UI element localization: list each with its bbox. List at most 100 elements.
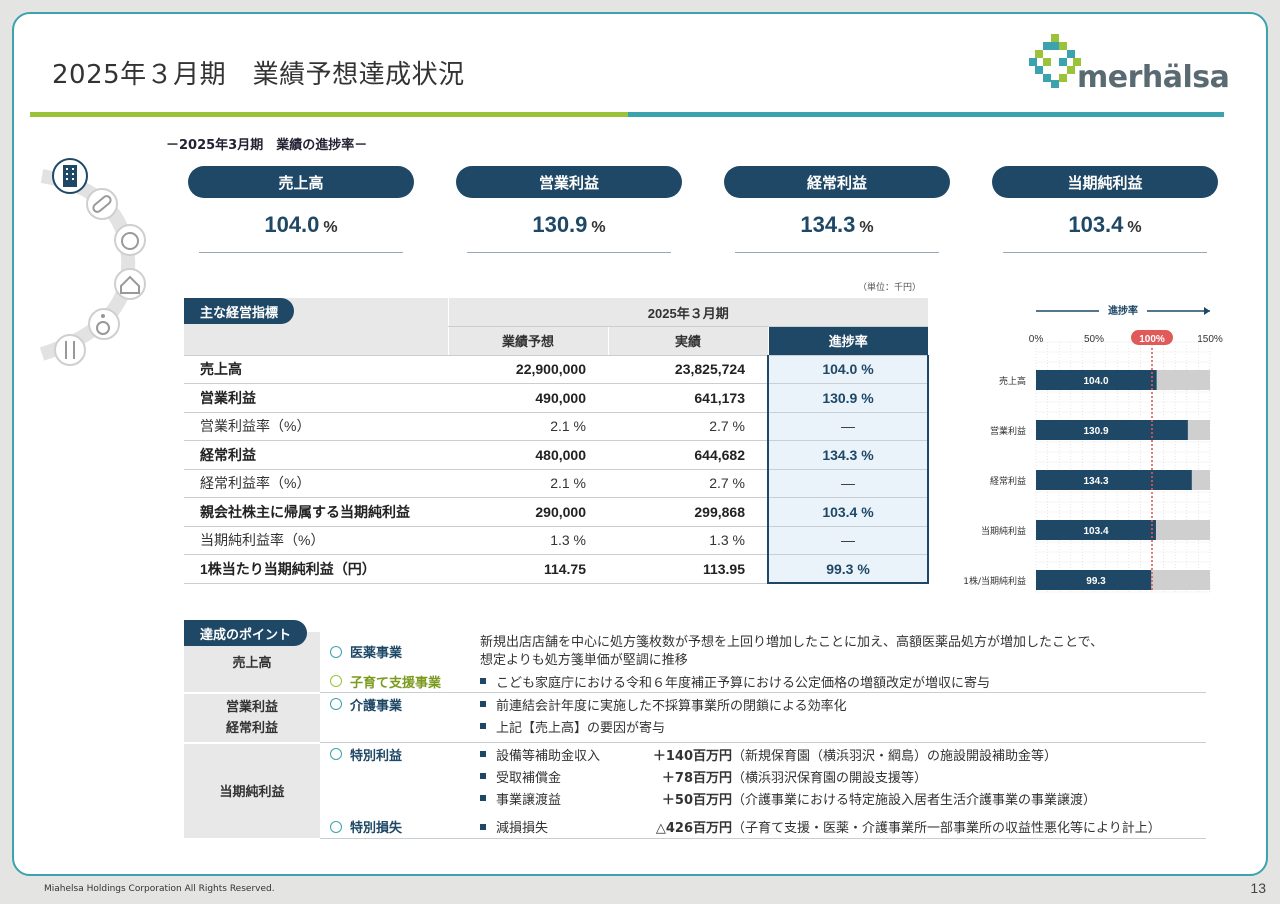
segment-description: 設備等補助金収入 ＋140百万円 （新規保育園（横浜羽沢・綱島）の施設開設補助金等）… bbox=[480, 743, 1206, 810]
progress-cell: ― bbox=[767, 469, 929, 498]
row-label: 営業利益率（%） bbox=[184, 412, 448, 441]
item-name: 受取補償金 bbox=[496, 770, 562, 786]
pill-icon bbox=[86, 188, 118, 220]
col-progress: 進捗率 bbox=[767, 326, 928, 356]
category-label: 当期純利益 bbox=[981, 525, 1026, 537]
col-forecast: 業績予想 bbox=[447, 326, 608, 356]
category-profit: 営業利益 経常利益 bbox=[184, 692, 320, 744]
bar-value-label: 103.4 bbox=[1083, 526, 1108, 537]
table-row: 親会社株主に帰属する当期純利益 290,000 299,868 103.4 % bbox=[184, 497, 929, 527]
indicators-tag: 主な経営指標 bbox=[184, 298, 295, 324]
logo-mark bbox=[1029, 34, 1081, 88]
wheelchair-icon bbox=[88, 308, 120, 340]
table-row: 営業利益 490,000 641,173 130.9 % bbox=[184, 383, 929, 413]
business-icons-arc bbox=[39, 158, 146, 366]
item-name: 減損損失 bbox=[496, 821, 549, 837]
item-name: 事業譲渡益 bbox=[496, 792, 562, 808]
segment-extraordinary-income: 特別利益 bbox=[320, 743, 480, 810]
item-note: （子育て支援・医薬・介護事業所一部事業所の収益性悪化等により計上） bbox=[732, 821, 1161, 837]
segment-description: 新規出店店舗を中心に処方箋枚数が予想を上回り増加したことに加え、高額医薬品処方が… bbox=[480, 632, 1206, 670]
points-row: 当期純利益 特別利益 設備等補助金収入 ＋140百万円 （新規保育園（横浜羽沢・綱島… bbox=[184, 742, 1206, 840]
actual-cell: 113.95 bbox=[608, 554, 768, 584]
progress-cell: 103.4 % bbox=[767, 497, 929, 527]
kpi-card-ordinary-profit: 経常利益 134.3% bbox=[724, 166, 950, 253]
bullet-icon bbox=[480, 701, 486, 707]
child-face-icon bbox=[114, 224, 146, 256]
bar-value-label: 99.3 bbox=[1086, 576, 1106, 587]
bar-value-label: 104.0 bbox=[1083, 376, 1108, 387]
kpi-unit: % bbox=[859, 219, 874, 236]
points-row: 売上高 医薬事業 新規出店店舗を中心に処方箋枚数が予想を上回り増加したことに加え… bbox=[184, 632, 1206, 694]
table-row: 経常利益率（%） 2.1 % 2.7 % ― bbox=[184, 469, 929, 498]
kpi-label: 当期純利益 bbox=[992, 166, 1218, 198]
progress-cell: 104.0 % bbox=[767, 355, 929, 384]
nursing-icon bbox=[330, 698, 342, 710]
table-row: 経常利益 480,000 644,682 134.3 % bbox=[184, 440, 929, 470]
logo-wordmark: merhälsa bbox=[1077, 60, 1230, 95]
bar bbox=[1036, 420, 1188, 440]
row-label: 売上高 bbox=[184, 355, 448, 384]
chart-arrow-head bbox=[1204, 307, 1210, 315]
segment-pharmacy: 医薬事業 bbox=[320, 632, 480, 670]
copyright-footer: Miahelsa Holdings Corporation All Rights… bbox=[44, 884, 275, 894]
segment-extraordinary-loss: 特別損失 bbox=[320, 809, 480, 839]
tick-label: 0% bbox=[1029, 334, 1044, 345]
item-note: （新規保育園（横浜羽沢・綱島）の施設開設補助金等） bbox=[732, 748, 1058, 764]
page-number: 13 bbox=[1250, 880, 1266, 896]
kpi-label: 経常利益 bbox=[724, 166, 950, 198]
forecast-cell: 2.1 % bbox=[448, 412, 608, 441]
kpi-value: 104.0 bbox=[264, 212, 320, 237]
forecast-cell: 290,000 bbox=[448, 497, 608, 527]
category-label: 経常利益 bbox=[990, 475, 1026, 487]
description-line: 上記【売上高】の要因が寄与 bbox=[496, 720, 666, 736]
kpi-card-operating-profit: 営業利益 130.9% bbox=[456, 166, 682, 253]
segment-childcare: 子育て支援事業 bbox=[320, 670, 480, 693]
indicators-table: 2025年３月期 業績予想 実績 進捗率 売上高 22,900,000 23,8… bbox=[184, 298, 929, 584]
description-line: 前連結会計年度に実施した不採算事業所の閉鎖による効率化 bbox=[496, 698, 847, 714]
segment-description: 減損損失 △426百万円 （子育て支援・医薬・介護事業所一部事業所の収益性悪化等によ… bbox=[480, 809, 1206, 839]
category-label: 1株/当期純利益 bbox=[963, 575, 1026, 587]
cutlery-icon bbox=[54, 334, 86, 366]
row-label: 親会社株主に帰属する当期純利益 bbox=[184, 497, 448, 527]
segment-label: 特別損失 bbox=[350, 821, 403, 837]
table-row: 1株当たり当期純利益（円） 114.75 113.95 99.3 % bbox=[184, 554, 929, 584]
progress-cell: ― bbox=[767, 526, 929, 555]
actual-cell: 299,868 bbox=[608, 497, 768, 527]
kpi-underline bbox=[1003, 252, 1207, 253]
progress-cell: 99.3 % bbox=[767, 554, 929, 584]
kpi-label: 売上高 bbox=[188, 166, 414, 198]
childcare-icon bbox=[330, 675, 342, 687]
actual-cell: 2.7 % bbox=[608, 412, 768, 441]
actual-cell: 644,682 bbox=[608, 440, 768, 470]
category-label: 営業利益 bbox=[990, 425, 1026, 437]
row-label: 経常利益率（%） bbox=[184, 469, 448, 498]
segment-description: 前連結会計年度に実施した不採算事業所の閉鎖による効率化 上記【売上高】の要因が寄… bbox=[480, 692, 1206, 743]
row-label: 営業利益 bbox=[184, 383, 448, 413]
kpi-value: 134.3 bbox=[800, 212, 856, 237]
kpi-underline bbox=[735, 252, 939, 253]
actual-cell: 23,825,724 bbox=[608, 355, 768, 384]
kpi-value: 103.4 bbox=[1068, 212, 1124, 237]
forecast-cell: 480,000 bbox=[448, 440, 608, 470]
actual-cell: 641,173 bbox=[608, 383, 768, 413]
points-row: 子育て支援事業 こども家庭庁における令和６年度補正予算における公定価格の増額改定… bbox=[184, 670, 1206, 693]
header-rule-green bbox=[30, 112, 628, 117]
description-line: 想定よりも処方箋単価が堅調に推移 bbox=[480, 653, 688, 668]
forecast-cell: 114.75 bbox=[448, 554, 608, 584]
actual-cell: 1.3 % bbox=[608, 526, 768, 555]
bar bbox=[1036, 470, 1192, 490]
item-name: 設備等補助金収入 bbox=[496, 748, 601, 764]
bullet-icon bbox=[480, 795, 486, 801]
progress-cell: 130.9 % bbox=[767, 383, 929, 413]
kpi-unit: % bbox=[323, 219, 338, 236]
item-amount: ＋140百万円 bbox=[652, 748, 732, 764]
bullet-icon bbox=[480, 723, 486, 729]
bar-value-label: 130.9 bbox=[1083, 426, 1108, 437]
item-amount: △426百万円 bbox=[655, 821, 732, 837]
kpi-unit: % bbox=[1127, 219, 1142, 236]
table-row: 営業利益率（%） 2.1 % 2.7 % ― bbox=[184, 412, 929, 441]
description-line: こども家庭庁における令和６年度補正予算における公定価格の増額改定が増収に寄与 bbox=[496, 675, 991, 691]
row-label: 当期純利益率（%） bbox=[184, 526, 448, 555]
tick-label: 50% bbox=[1084, 334, 1104, 345]
bullet-icon bbox=[480, 823, 486, 830]
